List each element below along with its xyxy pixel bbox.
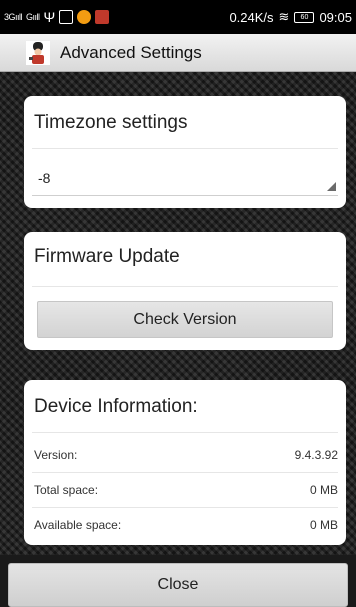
- info-value: 9.4.3.92: [294, 448, 338, 462]
- timezone-value: -8: [38, 170, 51, 186]
- divider: [32, 472, 338, 473]
- battery-icon: 60: [294, 11, 315, 23]
- info-value: 0 MB: [309, 483, 338, 497]
- firmware-title: Firmware Update: [34, 246, 180, 267]
- timezone-card: Timezone settings -8: [24, 96, 346, 208]
- guard-notification-icon: [95, 10, 110, 24]
- divider: [32, 148, 338, 149]
- title-bar: Advanced Settings: [0, 34, 356, 72]
- divider: [32, 507, 338, 508]
- timezone-select[interactable]: -8: [32, 160, 338, 196]
- info-value: 0 MB: [309, 518, 338, 532]
- info-row-available-space: Available space: 0 MB: [32, 512, 338, 538]
- wifi-icon: ≋: [278, 9, 290, 24]
- dropdown-arrow-icon: [327, 182, 336, 191]
- signal-g-icon: Gııll: [26, 12, 40, 22]
- status-bar: 3Gııll Gııll Ψ 0.24K/s ≋ 60 09:05: [0, 0, 356, 34]
- page-title: Advanced Settings: [60, 42, 202, 62]
- info-label: Total space:: [34, 483, 99, 497]
- image-icon: [59, 10, 74, 24]
- check-version-button[interactable]: Check Version: [37, 301, 333, 338]
- app-guard-icon: [26, 40, 50, 65]
- firmware-card: Firmware Update Check Version: [24, 232, 346, 350]
- status-right: 0.24K/s ≋ 60 09:05: [229, 9, 352, 25]
- clock: 09:05: [319, 9, 352, 25]
- signal-3g-icon: 3Gııll: [4, 12, 23, 22]
- info-row-total-space: Total space: 0 MB: [32, 477, 338, 503]
- app-notification-icon: [77, 10, 92, 24]
- info-row-version: Version: 9.4.3.92: [32, 442, 338, 468]
- info-label: Version:: [34, 448, 78, 462]
- divider: [32, 286, 338, 287]
- device-info-title: Device Information:: [34, 396, 198, 417]
- network-speed: 0.24K/s: [229, 9, 274, 25]
- usb-icon: Ψ: [43, 9, 56, 25]
- info-label: Available space:: [34, 518, 122, 532]
- divider: [32, 432, 338, 433]
- device-info-card: Device Information: Version: 9.4.3.92 To…: [24, 380, 346, 545]
- bottom-bar: Close: [0, 555, 356, 607]
- close-button[interactable]: Close: [8, 563, 348, 607]
- timezone-title: Timezone settings: [34, 112, 188, 133]
- status-left: 3Gııll Gııll Ψ: [4, 9, 110, 25]
